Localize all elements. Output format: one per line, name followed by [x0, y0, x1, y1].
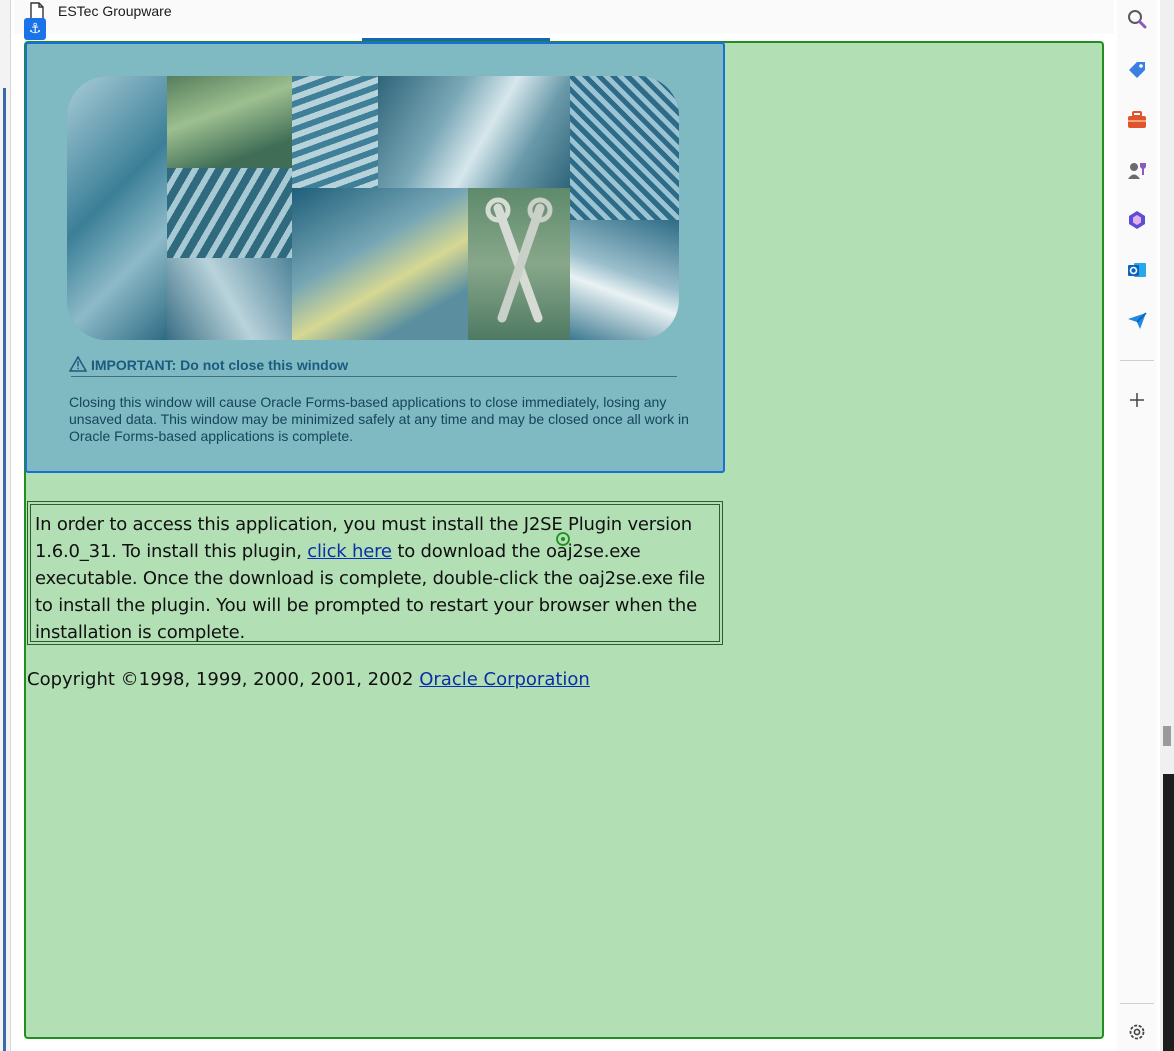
sidebar-divider [1120, 360, 1154, 361]
wrench-icon [485, 197, 553, 323]
important-label: IMPORTANT: Do not close this window [91, 357, 349, 373]
title-bar: ESTec Groupware [14, 0, 1114, 34]
banner-photo-collage [67, 76, 679, 340]
toolbox-icon[interactable] [1126, 109, 1148, 131]
browser-sidebar [1117, 0, 1157, 1051]
outlook-icon[interactable] [1126, 259, 1148, 281]
collage-tile [167, 258, 292, 340]
collage-tile [570, 76, 679, 220]
send-icon[interactable] [1126, 309, 1148, 331]
oracle-forms-banner: IMPORTANT: Do not close this window Clos… [25, 42, 725, 473]
collage-tile [292, 188, 468, 340]
tag-icon[interactable] [1126, 59, 1148, 81]
games-icon[interactable] [1126, 159, 1148, 181]
scrollbar-thumb[interactable] [1163, 726, 1171, 746]
window-title: ESTec Groupware [58, 3, 172, 19]
click-here-link[interactable]: click here [307, 541, 392, 562]
add-icon[interactable] [1126, 389, 1148, 411]
page-scrollbar[interactable] [1160, 0, 1174, 1051]
collage-tile-handshake [378, 76, 570, 188]
collage-tile-wrenches [468, 188, 570, 340]
crosshair-cursor-icon [556, 532, 570, 546]
copyright-text: Copyright ©1998, 1999, 2000, 2001, 2002 [27, 669, 420, 690]
collage-tile-hand [570, 220, 679, 340]
copyright-footer: Copyright ©1998, 1999, 2000, 2001, 2002 … [27, 669, 590, 690]
collage-tile [167, 76, 292, 168]
oracle-corporation-link[interactable]: Oracle Corporation [419, 669, 590, 690]
search-icon[interactable] [1126, 8, 1148, 30]
left-edge-accent [3, 88, 6, 1051]
collage-tile [292, 76, 378, 188]
important-heading: IMPORTANT: Do not close this window [69, 356, 348, 373]
banner-divider [71, 376, 677, 377]
banner-body-text: Closing this window will cause Oracle Fo… [69, 394, 689, 444]
copilot-icon[interactable] [1126, 209, 1148, 231]
anchor-icon[interactable]: ⚓ [24, 18, 46, 40]
settings-icon[interactable] [1126, 1021, 1148, 1043]
plugin-install-notice-inner: In order to access this application, you… [30, 504, 720, 643]
collage-tile [167, 168, 292, 258]
plugin-install-notice: In order to access this application, you… [27, 501, 723, 645]
window-left-edge [0, 0, 11, 1051]
scrollbar-track-dark [1163, 774, 1174, 1051]
warning-icon [69, 356, 87, 372]
collage-tile [67, 76, 167, 340]
sidebar-divider [1120, 1003, 1154, 1004]
